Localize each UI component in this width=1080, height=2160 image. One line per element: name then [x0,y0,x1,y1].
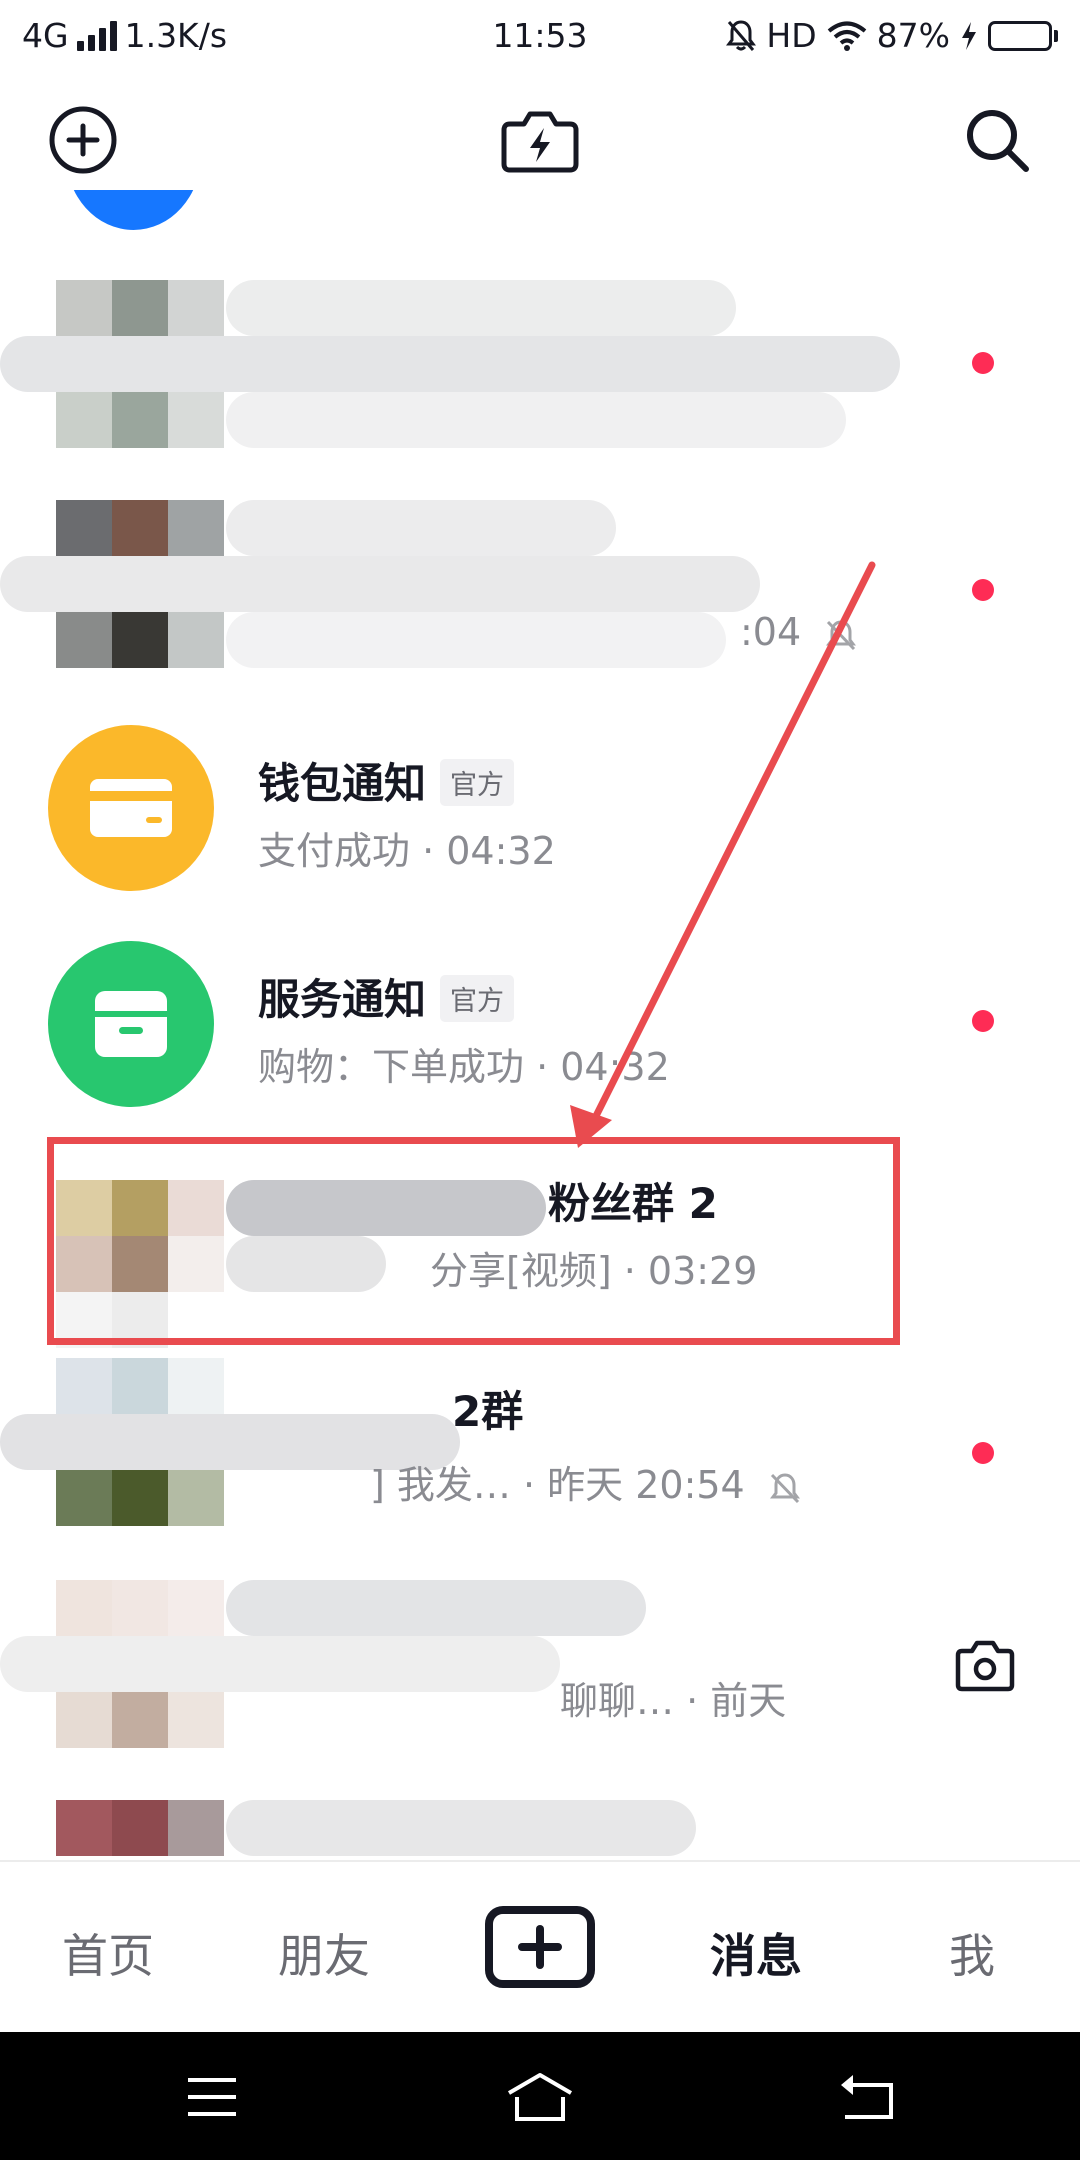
annotation-arrow [570,561,876,1148]
back-icon[interactable] [828,2062,908,2132]
system-nav-bar [0,2032,1080,2160]
tab-bar: 首页 朋友 消息 我 [0,1860,1080,2032]
tab-me[interactable]: 我 [892,1920,1052,1986]
create-button[interactable] [485,1906,595,1988]
tab-friends[interactable]: 朋友 [244,1920,404,1986]
plus-icon [518,1925,562,1969]
tab-home[interactable]: 首页 [28,1920,188,1986]
tab-messages[interactable]: 消息 [676,1920,836,1986]
menu-icon[interactable] [172,2062,252,2132]
home-icon[interactable] [500,2062,580,2132]
